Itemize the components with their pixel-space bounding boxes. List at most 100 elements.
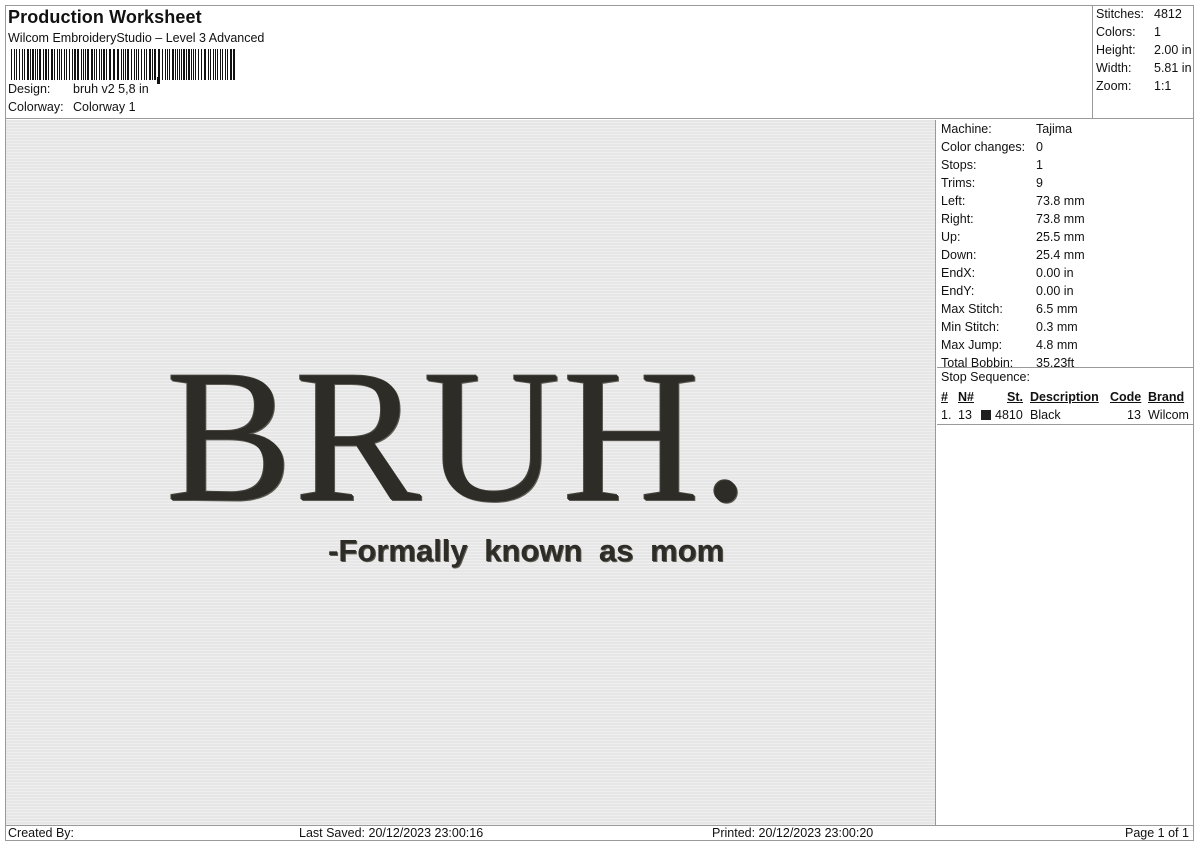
barcode-bar xyxy=(144,49,145,80)
machine-info-value: Tajima xyxy=(1036,122,1073,136)
machine-info-label: Max Jump: xyxy=(941,338,1003,352)
machine-info-row: Stops: 1 xyxy=(941,156,1043,174)
machine-info-row: EndY: 0.00 in xyxy=(941,282,1074,300)
barcode-bar xyxy=(85,49,86,80)
design-label: Design: xyxy=(8,82,51,96)
worksheet-footer: Created By: Last Saved: 20/12/2023 23:00… xyxy=(6,825,1193,840)
row-n: 13 xyxy=(958,408,972,422)
width-label: Width: xyxy=(1096,61,1132,75)
design-value: bruh v2 5,8 in xyxy=(73,82,149,96)
width-value: 5.81 in xyxy=(1154,61,1192,75)
barcode-bar xyxy=(69,49,70,80)
design-tagline: -Formally known as mom xyxy=(328,533,725,568)
barcode-bar xyxy=(35,49,36,80)
barcode-bar xyxy=(222,49,223,80)
barcode-bar xyxy=(64,49,65,80)
machine-info-value: 0.3 mm xyxy=(1036,320,1078,334)
barcode-bar xyxy=(146,49,147,80)
barcode-bar xyxy=(165,49,166,80)
stitches-row: Stitches: 4812 xyxy=(1096,5,1182,23)
barcode-bar xyxy=(225,49,226,80)
machine-info-value: 0.00 in xyxy=(1036,266,1074,280)
barcode-bar xyxy=(217,49,218,80)
machine-info-row: Max Stitch: 6.5 mm xyxy=(941,300,1078,318)
row-code: 13 xyxy=(1127,408,1141,422)
barcode-bar xyxy=(51,49,53,80)
last-saved: Last Saved: 20/12/2023 23:00:16 xyxy=(299,826,484,840)
barcode-bar xyxy=(195,49,196,80)
barcode-bar xyxy=(81,49,82,80)
machine-info-row: Trims: 9 xyxy=(941,174,1043,192)
barcode-bar xyxy=(91,49,93,80)
barcode-bar xyxy=(175,49,176,80)
barcode-bar xyxy=(77,49,79,80)
barcode-bar xyxy=(72,49,73,80)
barcode-bar xyxy=(201,49,202,80)
machine-info-value: 73.8 mm xyxy=(1036,194,1085,208)
barcode-bar xyxy=(39,49,41,80)
barcode-bar xyxy=(27,49,29,80)
barcode-bar xyxy=(152,49,153,80)
barcode-bar xyxy=(123,49,124,80)
barcode-bar xyxy=(162,49,163,80)
machine-info-value: 73.8 mm xyxy=(1036,212,1085,226)
barcode-bar xyxy=(43,49,44,80)
barcode-bar xyxy=(169,49,170,80)
width-row: Width: 5.81 in xyxy=(1096,59,1192,77)
barcode-bar xyxy=(61,49,62,80)
stop-sequence-title: Stop Sequence: xyxy=(941,370,1030,384)
barcode-bar xyxy=(138,49,139,80)
created-by: Created By: xyxy=(8,826,75,840)
barcode-bar xyxy=(117,49,119,80)
machine-info-row: Left: 73.8 mm xyxy=(941,192,1085,210)
machine-info-row: Max Jump: 4.8 mm xyxy=(941,336,1078,354)
barcode-bar xyxy=(74,49,76,80)
page-number: Page 1 of 1 xyxy=(1125,826,1189,840)
row-st: 4810 xyxy=(995,408,1023,422)
barcode-bar xyxy=(45,49,47,80)
stop-sequence-header: # N# St. Description Code Brand xyxy=(937,388,1194,406)
barcode-bar xyxy=(24,49,25,80)
barcode-bar xyxy=(188,49,190,80)
barcode-bar xyxy=(14,49,15,80)
barcode-bar xyxy=(186,49,187,80)
machine-info-label: Down: xyxy=(941,248,977,262)
barcode-bar xyxy=(179,49,180,80)
machine-info-value: 6.5 mm xyxy=(1036,302,1078,316)
barcode-bar xyxy=(198,49,199,80)
barcode-bar xyxy=(96,49,97,80)
barcode-bar xyxy=(154,49,156,80)
zoom-value: 1:1 xyxy=(1154,79,1172,93)
machine-info-label: Up: xyxy=(941,230,961,244)
table-row: 1. 13 4810 Black 13 Wilcom xyxy=(937,406,1194,424)
worksheet-header: Production Worksheet Wilcom EmbroiderySt… xyxy=(5,5,1093,119)
machine-info-label: Right: xyxy=(941,212,974,226)
machine-info-label: Max Stitch: xyxy=(941,302,1003,316)
col-description: Description xyxy=(1030,390,1099,404)
barcode-bar xyxy=(94,49,95,80)
software-name: Wilcom EmbroideryStudio – Level 3 Advanc… xyxy=(8,31,265,45)
summary-panel: Stitches: 4812 Colors: 1 Height: 2.00 in Wi… xyxy=(1093,5,1194,119)
page-title: Production Worksheet xyxy=(8,7,202,27)
machine-info-value: 0.00 in xyxy=(1036,284,1074,298)
barcode-bar xyxy=(141,49,142,80)
barcode-bar xyxy=(158,49,160,80)
colorway-value: Colorway 1 xyxy=(73,100,136,114)
barcode-bar xyxy=(99,49,100,80)
barcode-bar xyxy=(54,49,55,80)
design-main-text: BRUH. xyxy=(166,332,752,542)
stitches-label: Stitches: xyxy=(1096,7,1144,21)
machine-info-value: 1 xyxy=(1036,158,1043,172)
barcode-bar xyxy=(127,49,129,80)
machine-info-label: Trims: xyxy=(941,176,976,190)
barcode-bar xyxy=(16,49,17,80)
machine-info-value: 25.5 mm xyxy=(1036,230,1085,244)
col-n: N# xyxy=(958,390,974,404)
barcode-bar xyxy=(213,49,214,80)
col-brand: Brand xyxy=(1148,390,1185,404)
barcode-bar xyxy=(172,49,174,80)
colors-value: 1 xyxy=(1154,25,1161,39)
barcode-bar xyxy=(83,49,84,80)
machine-info-label: Left: xyxy=(941,194,966,208)
barcode-bar xyxy=(149,49,151,80)
